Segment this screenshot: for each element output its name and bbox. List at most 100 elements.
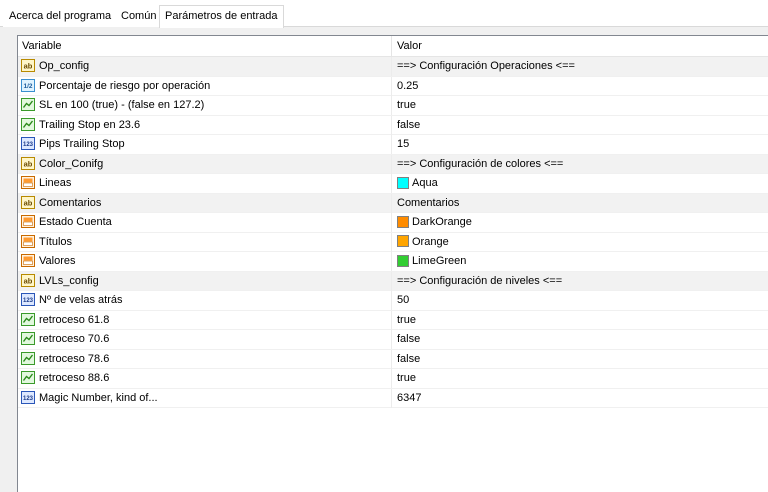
variable-name: Títulos [39, 235, 73, 248]
variable-name: Trailing Stop en 23.6 [39, 118, 141, 131]
variable-cell[interactable]: SL en 100 (true) - (false en 127.2) [18, 96, 392, 115]
table-row[interactable]: retroceso 88.6 true [18, 369, 768, 389]
parameter-value: LimeGreen [412, 255, 467, 267]
value-cell[interactable]: LimeGreen [392, 252, 768, 271]
parameter-value: ==> Configuración de colores <== [397, 157, 564, 170]
table-row[interactable]: SL en 100 (true) - (false en 127.2) true [18, 96, 768, 116]
table-row[interactable]: ab Comentarios Comentarios [18, 193, 768, 213]
variable-cell[interactable]: Títulos [18, 232, 392, 252]
variable-name: Color_Conifg [39, 157, 104, 170]
color-swatch [397, 176, 409, 189]
table-row[interactable]: retroceso 78.6 false [18, 349, 768, 369]
variable-cell[interactable]: retroceso 88.6 [18, 369, 392, 388]
table-row[interactable]: Valores LimeGreen [18, 252, 768, 272]
value-cell[interactable]: DarkOrange [392, 213, 768, 232]
table-row[interactable]: 123 Pips Trailing Stop 15 [18, 135, 768, 155]
variable-cell[interactable]: ab Color_Conifg [18, 154, 392, 174]
svg-text:123: 123 [23, 298, 34, 304]
parameter-value: false [397, 118, 421, 131]
bool-icon [21, 351, 35, 365]
value-cell[interactable]: false [392, 330, 768, 349]
table-row[interactable]: 1/2 Porcentaje de riesgo por operación 0.2… [18, 76, 768, 96]
variable-name: Nº de velas atrás [39, 294, 123, 306]
svg-text:123: 123 [23, 142, 34, 148]
value-cell[interactable]: ==> Configuración de niveles <== [392, 272, 768, 291]
variable-name: SL en 100 (true) - (false en 127.2) [39, 99, 205, 111]
variable-cell[interactable]: 1/2 Porcentaje de riesgo por operación [18, 76, 392, 96]
table-row[interactable]: ab Color_Conifg ==> Configuración de color… [18, 154, 768, 174]
color-swatch [397, 215, 409, 228]
color-swatch [397, 254, 409, 267]
value-cell[interactable]: ==> Configuración Operaciones <== [392, 57, 768, 76]
value-cell[interactable]: 6347 [392, 389, 768, 408]
variable-cell[interactable]: retroceso 70.6 [18, 330, 392, 349]
value-cell[interactable]: Aqua [392, 174, 768, 193]
color-icon [21, 215, 35, 228]
value-cell[interactable]: true [392, 369, 768, 388]
variable-cell[interactable]: ab LVLs_config [18, 271, 392, 291]
parameters-table: Variable Valor ab Op_config ==> Configurac… [17, 35, 768, 492]
variable-name: Porcentaje de riesgo por operación [39, 79, 211, 92]
parameter-value: true [397, 313, 416, 326]
parameter-value: 50 [397, 294, 410, 306]
variable-cell[interactable]: Estado Cuenta [18, 213, 392, 232]
variable-name: retroceso 88.6 [39, 372, 110, 384]
color-icon [21, 234, 35, 248]
tab-about[interactable]: Acerca del programa [3, 7, 118, 27]
bool-icon [21, 98, 35, 111]
value-cell[interactable]: 50 [392, 291, 768, 310]
table-row[interactable]: Estado Cuenta DarkOrange [18, 213, 768, 233]
tab-common[interactable]: Común [115, 7, 163, 27]
variable-cell[interactable]: 123 Pips Trailing Stop [18, 135, 392, 154]
svg-text:ab: ab [24, 159, 33, 168]
variable-cell[interactable]: retroceso 78.6 [18, 349, 392, 369]
table-row[interactable]: Trailing Stop en 23.6 false [18, 115, 768, 135]
parameter-value: Orange [412, 235, 449, 248]
value-cell[interactable]: 0.25 [392, 77, 768, 96]
column-header-variable[interactable]: Variable [18, 36, 392, 57]
variable-name: retroceso 70.6 [39, 333, 110, 345]
variable-name: Magic Number, kind of... [39, 391, 158, 404]
value-cell[interactable]: Orange [392, 233, 768, 252]
variable-cell[interactable]: retroceso 61.8 [18, 310, 392, 330]
bool-icon [21, 371, 35, 384]
value-cell[interactable]: Comentarios [392, 194, 768, 213]
variable-name: Estado Cuenta [39, 216, 112, 228]
parameter-value: true [397, 372, 416, 384]
table-row[interactable]: retroceso 61.8 true [18, 310, 768, 330]
parameter-value: ==> Configuración de niveles <== [397, 274, 563, 287]
parameter-value: 0.25 [397, 79, 419, 92]
variable-cell[interactable]: Valores [18, 252, 392, 271]
svg-text:123: 123 [23, 396, 34, 402]
parameter-value: true [397, 99, 416, 111]
column-header-value[interactable]: Valor [392, 36, 768, 57]
parameter-value: Aqua [412, 177, 438, 189]
table-row[interactable]: ab Op_config ==> Configuración Operaciones… [18, 57, 768, 77]
string-icon: ab [21, 273, 35, 287]
parameter-value: ==> Configuración Operaciones <== [397, 60, 575, 72]
table-row[interactable]: Títulos Orange [18, 232, 768, 252]
table-row[interactable]: 123 Magic Number, kind of... 6347 [18, 388, 768, 408]
variable-cell[interactable]: 123 Nº de velas atrás [18, 291, 392, 310]
table-row[interactable]: Lineas Aqua [18, 174, 768, 194]
parameter-value: Comentarios [397, 196, 460, 209]
table-row[interactable]: ab LVLs_config ==> Configuración de nivele… [18, 271, 768, 291]
table-row[interactable]: retroceso 70.6 false [18, 330, 768, 350]
value-cell[interactable]: false [392, 350, 768, 369]
tab-input-parameters[interactable]: Parámetros de entrada [159, 5, 284, 28]
bool-icon [21, 117, 35, 131]
value-cell[interactable]: true [392, 311, 768, 330]
variable-cell[interactable]: Lineas [18, 174, 392, 193]
bool-icon [21, 332, 35, 345]
table-row[interactable]: 123 Nº de velas atrás 50 [18, 291, 768, 311]
variable-cell[interactable]: 123 Magic Number, kind of... [18, 388, 392, 408]
value-cell[interactable]: 15 [392, 135, 768, 154]
value-cell[interactable]: ==> Configuración de colores <== [392, 155, 768, 174]
variable-cell[interactable]: Trailing Stop en 23.6 [18, 115, 392, 135]
tab-panel: Variable Valor ab Op_config ==> Configurac… [0, 27, 768, 492]
variable-cell[interactable]: ab Op_config [18, 57, 392, 76]
value-cell[interactable]: false [392, 116, 768, 135]
variable-cell[interactable]: ab Comentarios [18, 193, 392, 213]
value-cell[interactable]: true [392, 96, 768, 115]
parameter-value: 15 [397, 138, 410, 150]
